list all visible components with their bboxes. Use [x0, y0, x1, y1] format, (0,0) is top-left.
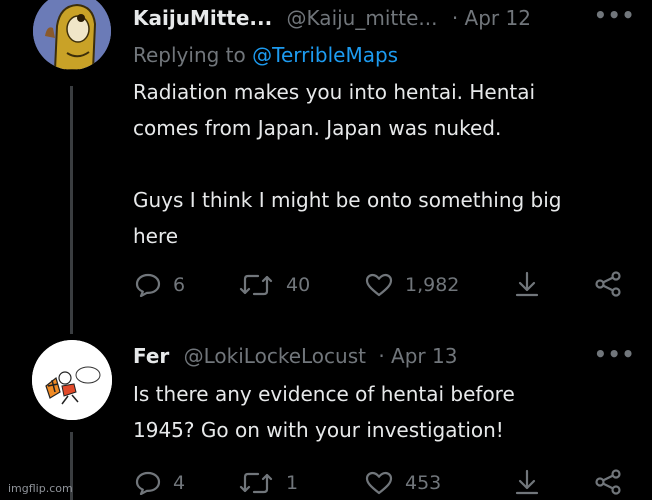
like-count: 1,982: [405, 274, 460, 296]
like-button[interactable]: 453: [365, 471, 441, 495]
mention-link[interactable]: @TerribleMaps: [252, 43, 398, 67]
replying-prefix: Replying to: [133, 43, 246, 67]
share-network-icon: [594, 469, 622, 495]
handle[interactable]: @Kaiju_mitte...: [287, 6, 438, 30]
tweet-header: Fer @LokiLockeLocust · Apr 13: [133, 343, 457, 369]
share-network-icon: [594, 271, 622, 297]
retweet-icon: [238, 471, 274, 495]
tweet-text: Is there any evidence of hentai before 1…: [133, 382, 515, 442]
display-name[interactable]: KaijuMitte...: [133, 6, 272, 30]
watermark: imgflip.com: [8, 482, 73, 495]
reply-icon: [135, 471, 161, 495]
reply-count: 4: [173, 472, 186, 494]
thread-line: [70, 86, 73, 334]
share-button[interactable]: [514, 469, 540, 495]
share-network-button[interactable]: [594, 469, 622, 495]
retweet-button[interactable]: 40: [238, 273, 310, 297]
handle[interactable]: @LokiLockeLocust: [184, 344, 366, 368]
share-button[interactable]: [514, 271, 540, 297]
reply-icon: [135, 273, 161, 297]
avatar[interactable]: [32, 340, 112, 420]
tweet-text: Radiation makes you into hentai. Hentai …: [133, 80, 562, 248]
more-icon[interactable]: •••: [594, 342, 635, 366]
replying-to: Replying to @TerribleMaps: [133, 43, 398, 67]
display-name[interactable]: Fer: [133, 344, 169, 368]
retweet-count: 1: [286, 472, 299, 494]
reply-button[interactable]: 4: [135, 471, 185, 495]
avatar[interactable]: [33, 0, 111, 70]
share-network-button[interactable]: [594, 271, 622, 297]
heart-icon: [365, 471, 393, 495]
tweet-date[interactable]: · Apr 13: [378, 344, 457, 368]
heart-icon: [365, 273, 393, 297]
like-button[interactable]: 1,982: [365, 273, 459, 297]
like-count: 453: [405, 472, 442, 494]
reply-count: 6: [173, 274, 186, 296]
share-down-icon: [514, 271, 540, 297]
retweet-count: 40: [286, 274, 311, 296]
tweet-header: KaijuMitte... @Kaiju_mitte... · Apr 12: [133, 5, 531, 31]
reply-button[interactable]: 6: [135, 273, 185, 297]
share-down-icon: [514, 469, 540, 495]
more-icon[interactable]: •••: [594, 3, 635, 27]
retweet-button[interactable]: 1: [238, 471, 298, 495]
tweet-date[interactable]: · Apr 12: [452, 6, 531, 30]
retweet-icon: [238, 273, 274, 297]
